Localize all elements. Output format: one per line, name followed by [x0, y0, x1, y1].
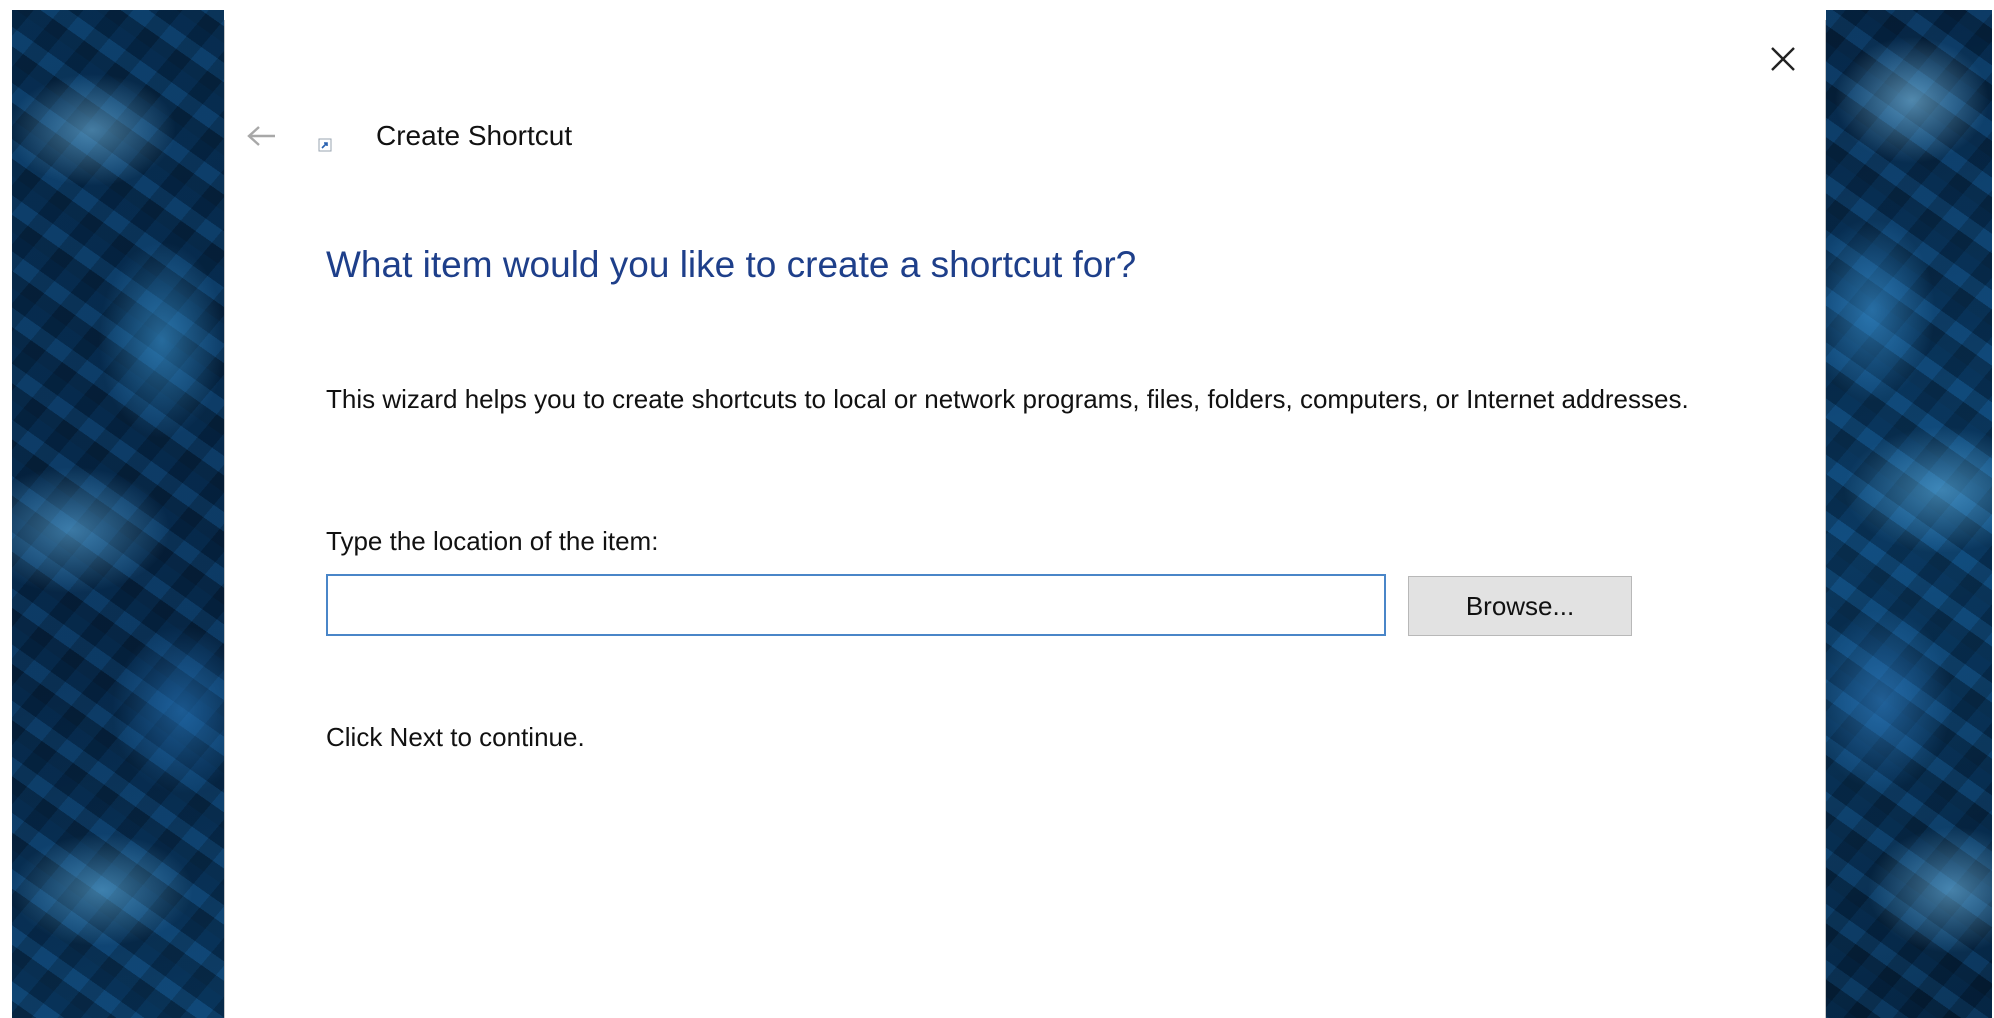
location-label: Type the location of the item:: [326, 526, 659, 556]
wizard-title: Create Shortcut: [376, 120, 573, 151]
shortcut-icon: [318, 138, 332, 152]
back-arrow-icon: [247, 126, 275, 146]
browse-button[interactable]: Browse...: [1408, 576, 1632, 636]
back-button[interactable]: [242, 118, 282, 154]
location-input[interactable]: [326, 574, 1386, 636]
wizard-heading: What item would you like to create a sho…: [326, 244, 1137, 285]
dialog-top-edge: [224, 10, 1826, 20]
close-button[interactable]: [1758, 34, 1808, 84]
continue-instruction: Click Next to continue.: [326, 722, 585, 752]
wizard-description: This wizard helps you to create shortcut…: [326, 384, 1689, 414]
create-shortcut-dialog: [224, 20, 1826, 1018]
close-icon: [1771, 47, 1795, 71]
screen: Create Shortcut What item would you like…: [0, 0, 1994, 1018]
